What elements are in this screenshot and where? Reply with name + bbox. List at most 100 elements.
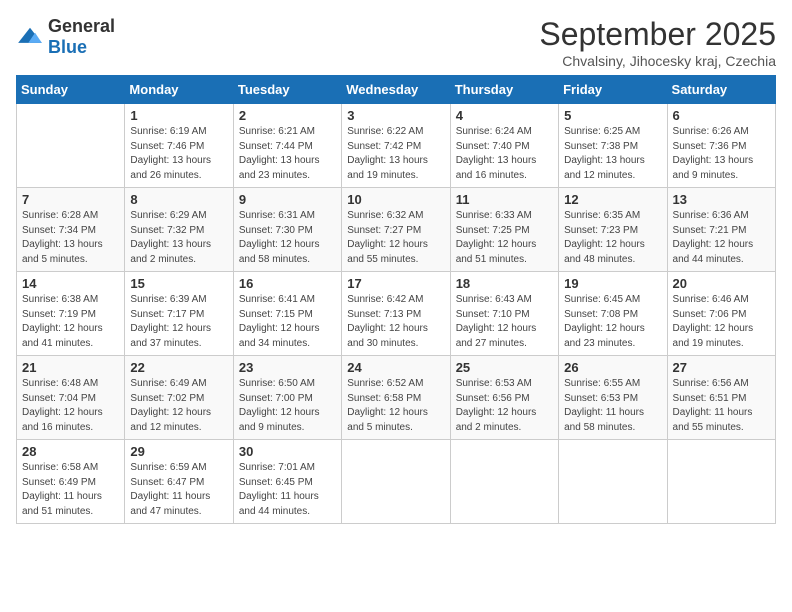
weekday-header-thursday: Thursday xyxy=(450,76,558,104)
day-number: 3 xyxy=(347,108,444,123)
week-row-2: 7 Sunrise: 6:28 AMSunset: 7:34 PMDaylight… xyxy=(17,188,776,272)
day-number: 21 xyxy=(22,360,119,375)
title-block: September 2025 Chvalsiny, Jihocesky kraj… xyxy=(539,16,776,69)
calendar-cell: 18 Sunrise: 6:43 AMSunset: 7:10 PMDayligh… xyxy=(450,272,558,356)
day-info: Sunrise: 6:53 AMSunset: 6:56 PMDaylight:… xyxy=(456,377,553,435)
calendar-cell: 14 Sunrise: 6:38 AMSunset: 7:19 PMDayligh… xyxy=(17,272,125,356)
calendar-cell xyxy=(342,440,450,524)
calendar-table: SundayMondayTuesdayWednesdayThursdayFrid… xyxy=(16,75,776,524)
calendar-subtitle: Chvalsiny, Jihocesky kraj, Czechia xyxy=(539,53,776,69)
calendar-cell xyxy=(450,440,558,524)
day-number: 15 xyxy=(130,276,227,291)
weekday-header-row: SundayMondayTuesdayWednesdayThursdayFrid… xyxy=(17,76,776,104)
day-number: 23 xyxy=(239,360,336,375)
page-header: General Blue September 2025 Chvalsiny, J… xyxy=(16,16,776,69)
calendar-cell: 5Sunrise: 6:25 AMSunset: 7:38 PMDaylight… xyxy=(559,104,667,188)
day-number: 9 xyxy=(239,192,336,207)
day-info: Sunrise: 6:39 AMSunset: 7:17 PMDaylight:… xyxy=(130,293,227,351)
calendar-cell: 27 Sunrise: 6:56 AMSunset: 6:51 PMDayligh… xyxy=(667,356,775,440)
calendar-cell: 29 Sunrise: 6:59 AMSunset: 6:47 PMDayligh… xyxy=(125,440,233,524)
day-info: Sunrise: 6:26 AMSunset: 7:36 PMDaylight:… xyxy=(673,125,770,183)
calendar-cell xyxy=(559,440,667,524)
calendar-cell: 30 Sunrise: 7:01 AMSunset: 6:45 PMDayligh… xyxy=(233,440,341,524)
calendar-cell: 23 Sunrise: 6:50 AMSunset: 7:00 PMDayligh… xyxy=(233,356,341,440)
day-number: 12 xyxy=(564,192,661,207)
day-info: Sunrise: 6:19 AMSunset: 7:46 PMDaylight:… xyxy=(130,125,227,183)
day-number: 14 xyxy=(22,276,119,291)
day-number: 29 xyxy=(130,444,227,459)
logo-blue: Blue xyxy=(48,37,87,57)
calendar-cell: 25 Sunrise: 6:53 AMSunset: 6:56 PMDayligh… xyxy=(450,356,558,440)
calendar-cell xyxy=(667,440,775,524)
day-info: Sunrise: 6:49 AMSunset: 7:02 PMDaylight:… xyxy=(130,377,227,435)
week-row-5: 28Sunrise: 6:58 AMSunset: 6:49 PMDayligh… xyxy=(17,440,776,524)
day-info: Sunrise: 6:48 AMSunset: 7:04 PMDaylight:… xyxy=(22,377,119,435)
day-number: 30 xyxy=(239,444,336,459)
calendar-cell: 28Sunrise: 6:58 AMSunset: 6:49 PMDayligh… xyxy=(17,440,125,524)
day-info: Sunrise: 6:58 AMSunset: 6:49 PMDaylight:… xyxy=(22,461,119,519)
week-row-1: 1 Sunrise: 6:19 AMSunset: 7:46 PMDaylight… xyxy=(17,104,776,188)
day-info: Sunrise: 6:29 AMSunset: 7:32 PMDaylight:… xyxy=(130,209,227,267)
logo-text: General Blue xyxy=(48,16,115,58)
calendar-title: September 2025 xyxy=(539,16,776,53)
day-number: 8 xyxy=(130,192,227,207)
day-info: Sunrise: 6:50 AMSunset: 7:00 PMDaylight:… xyxy=(239,377,336,435)
calendar-cell: 13Sunrise: 6:36 AMSunset: 7:21 PMDayligh… xyxy=(667,188,775,272)
day-number: 16 xyxy=(239,276,336,291)
day-number: 7 xyxy=(22,192,119,207)
calendar-cell: 4 Sunrise: 6:24 AMSunset: 7:40 PMDaylight… xyxy=(450,104,558,188)
calendar-cell: 22Sunrise: 6:49 AMSunset: 7:02 PMDayligh… xyxy=(125,356,233,440)
day-number: 24 xyxy=(347,360,444,375)
day-info: Sunrise: 6:46 AMSunset: 7:06 PMDaylight:… xyxy=(673,293,770,351)
day-number: 1 xyxy=(130,108,227,123)
day-info: Sunrise: 6:41 AMSunset: 7:15 PMDaylight:… xyxy=(239,293,336,351)
day-number: 2 xyxy=(239,108,336,123)
day-info: Sunrise: 6:22 AMSunset: 7:42 PMDaylight:… xyxy=(347,125,444,183)
day-info: Sunrise: 6:31 AMSunset: 7:30 PMDaylight:… xyxy=(239,209,336,267)
calendar-cell: 17 Sunrise: 6:42 AMSunset: 7:13 PMDayligh… xyxy=(342,272,450,356)
day-number: 17 xyxy=(347,276,444,291)
day-info: Sunrise: 6:21 AMSunset: 7:44 PMDaylight:… xyxy=(239,125,336,183)
day-number: 19 xyxy=(564,276,661,291)
calendar-cell: 24 Sunrise: 6:52 AMSunset: 6:58 PMDayligh… xyxy=(342,356,450,440)
day-number: 25 xyxy=(456,360,553,375)
day-info: Sunrise: 6:59 AMSunset: 6:47 PMDaylight:… xyxy=(130,461,227,519)
logo-icon xyxy=(16,26,44,48)
week-row-4: 21 Sunrise: 6:48 AMSunset: 7:04 PMDayligh… xyxy=(17,356,776,440)
calendar-cell: 6 Sunrise: 6:26 AMSunset: 7:36 PMDaylight… xyxy=(667,104,775,188)
calendar-cell: 15 Sunrise: 6:39 AMSunset: 7:17 PMDayligh… xyxy=(125,272,233,356)
calendar-cell: 2 Sunrise: 6:21 AMSunset: 7:44 PMDaylight… xyxy=(233,104,341,188)
day-info: Sunrise: 6:43 AMSunset: 7:10 PMDaylight:… xyxy=(456,293,553,351)
weekday-header-sunday: Sunday xyxy=(17,76,125,104)
day-info: Sunrise: 6:56 AMSunset: 6:51 PMDaylight:… xyxy=(673,377,770,435)
day-number: 20 xyxy=(673,276,770,291)
calendar-cell: 11Sunrise: 6:33 AMSunset: 7:25 PMDayligh… xyxy=(450,188,558,272)
day-info: Sunrise: 6:52 AMSunset: 6:58 PMDaylight:… xyxy=(347,377,444,435)
day-number: 18 xyxy=(456,276,553,291)
day-number: 26 xyxy=(564,360,661,375)
day-number: 13 xyxy=(673,192,770,207)
day-info: Sunrise: 7:01 AMSunset: 6:45 PMDaylight:… xyxy=(239,461,336,519)
day-info: Sunrise: 6:35 AMSunset: 7:23 PMDaylight:… xyxy=(564,209,661,267)
day-number: 27 xyxy=(673,360,770,375)
calendar-cell: 8 Sunrise: 6:29 AMSunset: 7:32 PMDaylight… xyxy=(125,188,233,272)
day-number: 6 xyxy=(673,108,770,123)
calendar-cell: 19Sunrise: 6:45 AMSunset: 7:08 PMDayligh… xyxy=(559,272,667,356)
calendar-cell: 12 Sunrise: 6:35 AMSunset: 7:23 PMDayligh… xyxy=(559,188,667,272)
day-info: Sunrise: 6:55 AMSunset: 6:53 PMDaylight:… xyxy=(564,377,661,435)
day-info: Sunrise: 6:42 AMSunset: 7:13 PMDaylight:… xyxy=(347,293,444,351)
week-row-3: 14 Sunrise: 6:38 AMSunset: 7:19 PMDayligh… xyxy=(17,272,776,356)
weekday-header-wednesday: Wednesday xyxy=(342,76,450,104)
weekday-header-friday: Friday xyxy=(559,76,667,104)
calendar-cell: 7 Sunrise: 6:28 AMSunset: 7:34 PMDaylight… xyxy=(17,188,125,272)
day-info: Sunrise: 6:24 AMSunset: 7:40 PMDaylight:… xyxy=(456,125,553,183)
day-info: Sunrise: 6:38 AMSunset: 7:19 PMDaylight:… xyxy=(22,293,119,351)
weekday-header-saturday: Saturday xyxy=(667,76,775,104)
day-info: Sunrise: 6:32 AMSunset: 7:27 PMDaylight:… xyxy=(347,209,444,267)
day-number: 4 xyxy=(456,108,553,123)
day-info: Sunrise: 6:33 AMSunset: 7:25 PMDaylight:… xyxy=(456,209,553,267)
day-info: Sunrise: 6:28 AMSunset: 7:34 PMDaylight:… xyxy=(22,209,119,267)
calendar-cell: 1 Sunrise: 6:19 AMSunset: 7:46 PMDaylight… xyxy=(125,104,233,188)
calendar-cell: 21 Sunrise: 6:48 AMSunset: 7:04 PMDayligh… xyxy=(17,356,125,440)
logo: General Blue xyxy=(16,16,115,58)
